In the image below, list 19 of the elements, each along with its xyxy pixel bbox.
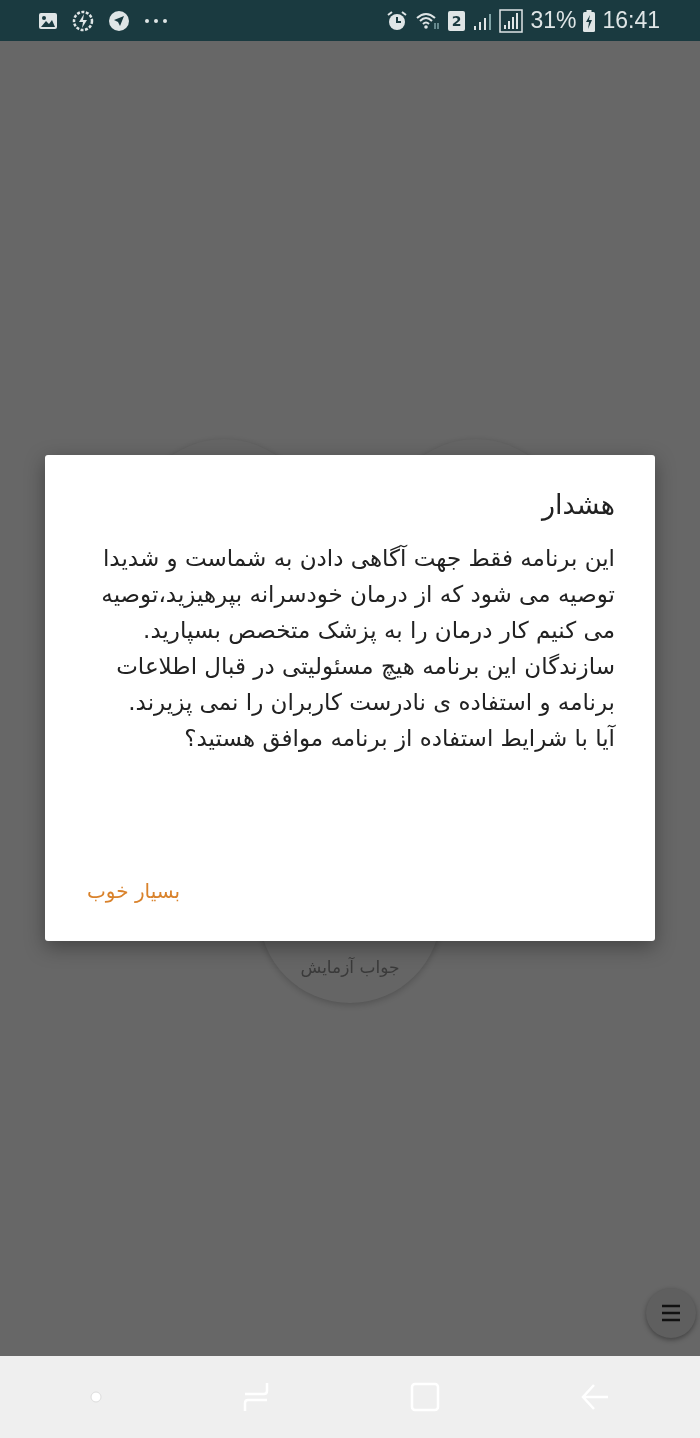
clock-time: 16:41 — [602, 7, 660, 34]
more-icon — [144, 17, 168, 24]
battery-percentage: 31% — [530, 7, 577, 34]
wifi-icon — [414, 10, 441, 31]
dot-icon[interactable] — [90, 1391, 102, 1403]
menu-icon — [661, 1304, 681, 1322]
sim-slot-badge: 2 — [447, 10, 466, 31]
dialog-message: این برنامه فقط جهت آگاهی دادن به شماست و شدیدا توصیه می شود که از درمان خودسرانه بپرهیزید،توصیه می کنیم کار درمان را به پزشک متخصص بسپارید. — [100, 544, 615, 646]
alarm-icon — [385, 9, 408, 32]
dialog-message: سازندگان این برنامه هیچ مسئولیتی در قبال اطلاعات برنامه و استفاده ی نادرست کاربران را نمی پزیرند. — [115, 652, 615, 718]
navigation-icon — [108, 9, 130, 32]
dialog-title: هشدار — [540, 489, 615, 520]
power-saving-icon — [72, 9, 94, 32]
ok-button[interactable]: بسیار خوب — [83, 875, 185, 907]
signal-icon — [499, 8, 524, 33]
menu-button[interactable] — [646, 1288, 696, 1338]
battery-charging-icon — [583, 9, 596, 32]
dialog-message: آیا با شرایط استفاده از برنامه موافق هستید؟ — [183, 723, 615, 754]
image-icon — [38, 11, 58, 30]
